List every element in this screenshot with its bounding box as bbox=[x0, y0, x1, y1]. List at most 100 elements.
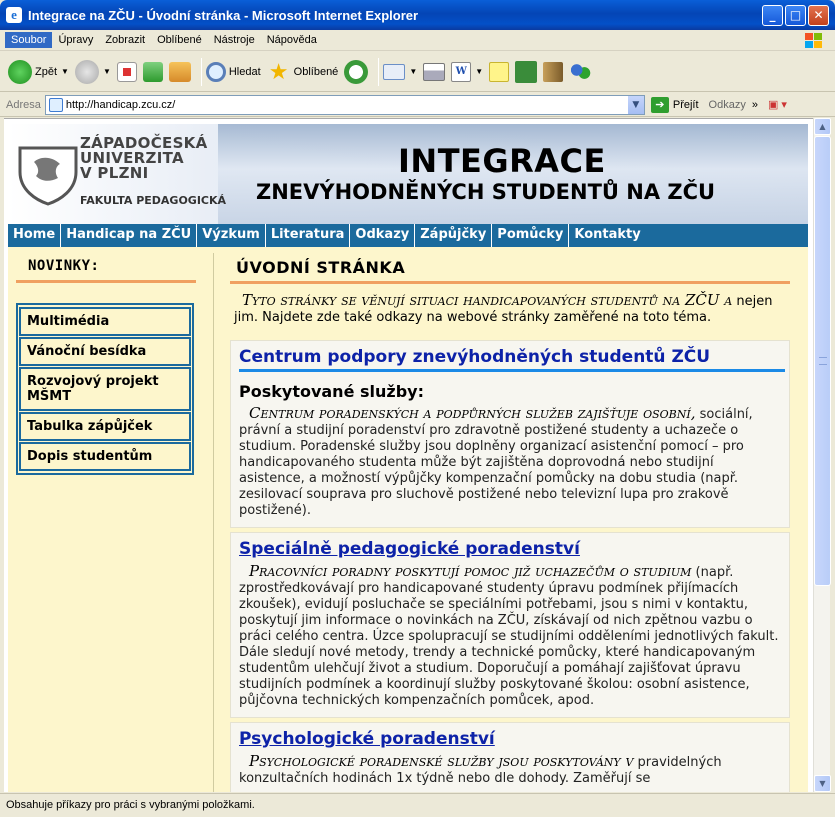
scroll-down-icon[interactable]: ▼ bbox=[814, 775, 831, 792]
news-sidebar: NOVINKY: Multimédia Vánoční besídka Rozv… bbox=[16, 258, 206, 475]
minimize-button[interactable]: _ bbox=[762, 4, 783, 26]
menu-upravy[interactable]: Úpravy bbox=[52, 32, 99, 48]
section-specialne-pedagogicke: Speciálně pedagogické poradenství Pracov… bbox=[230, 532, 790, 718]
browser-viewport: ZÁPADOČESKÁ UNIVERZITA V PLZNI FAKULTA P… bbox=[4, 118, 813, 792]
university-crest-icon bbox=[18, 146, 78, 206]
toolbar-separator bbox=[378, 57, 380, 86]
news-list: Multimédia Vánoční besídka Rozvojový pro… bbox=[16, 303, 194, 475]
back-button[interactable]: Zpět ▼ bbox=[8, 59, 69, 84]
news-item-vanocni-besidka[interactable]: Vánoční besídka bbox=[19, 337, 191, 366]
history-icon bbox=[344, 59, 369, 84]
menu-napoveda[interactable]: Nápověda bbox=[261, 32, 323, 48]
page-title: ÚVODNÍ STRÁNKA bbox=[236, 258, 406, 277]
stop-icon bbox=[116, 61, 137, 82]
note-button[interactable] bbox=[489, 61, 510, 82]
stop-button[interactable] bbox=[116, 61, 137, 82]
word-icon: W bbox=[451, 61, 472, 82]
section-text: Centrum poradenských a podpůrných služeb… bbox=[239, 404, 753, 518]
status-bar: Obsahuje příkazy pro práci s vybranými p… bbox=[0, 793, 835, 817]
section-psychologicke: Psychologické poradenství Psychologické … bbox=[230, 722, 790, 792]
close-button[interactable]: ✕ bbox=[808, 4, 829, 26]
printer-icon bbox=[423, 62, 446, 81]
ie-icon: e bbox=[6, 7, 22, 23]
menu-nastroje[interactable]: Nástroje bbox=[208, 32, 261, 48]
nav-kontakty[interactable]: Kontakty bbox=[569, 224, 645, 247]
home-button[interactable] bbox=[168, 61, 191, 82]
back-arrow-icon bbox=[8, 59, 32, 84]
column-divider bbox=[213, 253, 214, 792]
pro-icon bbox=[515, 60, 538, 83]
menu-zobrazit[interactable]: Zobrazit bbox=[99, 32, 151, 48]
translate-icon[interactable]: ▣ ▾ bbox=[768, 98, 787, 111]
news-item-multimedia[interactable]: Multimédia bbox=[19, 307, 191, 336]
address-label: Adresa bbox=[6, 98, 41, 111]
site-banner: ZÁPADOČESKÁ UNIVERZITA V PLZNI FAKULTA P… bbox=[8, 124, 808, 224]
toolbar: Zpět ▼ ▼ Hledat ★ Oblíbené ▼ W ▼ bbox=[0, 52, 835, 92]
search-icon bbox=[205, 61, 226, 82]
dropdown-arrow-icon[interactable]: ▼ bbox=[475, 67, 483, 76]
maximize-button[interactable]: □ bbox=[785, 4, 806, 26]
title-rule bbox=[230, 281, 790, 284]
edit-button[interactable]: W ▼ bbox=[451, 61, 483, 82]
forward-button[interactable]: ▼ bbox=[74, 59, 111, 84]
research-icon bbox=[543, 61, 564, 82]
window-title: Integrace na ZČU - Úvodní stránka - Micr… bbox=[28, 7, 419, 23]
dropdown-arrow-icon[interactable]: ▼ bbox=[409, 67, 417, 76]
dropdown-arrow-icon[interactable]: ▼ bbox=[61, 67, 69, 76]
nav-home[interactable]: Home bbox=[8, 224, 62, 247]
grip-icon bbox=[819, 357, 827, 365]
forward-arrow-icon bbox=[74, 59, 99, 84]
site-title: INTEGRACE bbox=[398, 142, 606, 180]
windows-logo-icon bbox=[805, 33, 822, 48]
favorites-button[interactable]: ★ Oblíbené bbox=[267, 58, 339, 84]
menu-bar: Soubor Úpravy Zobrazit Oblíbené Nástroje… bbox=[0, 30, 835, 51]
messenger-button[interactable] bbox=[515, 60, 538, 83]
section-text: Psychologické poradenské služby jsou pos… bbox=[239, 752, 722, 786]
university-name: ZÁPADOČESKÁ UNIVERZITA V PLZNI bbox=[80, 134, 208, 182]
main-nav: Home Handicap na ZČU Výzkum Literatura O… bbox=[8, 224, 808, 247]
mail-button[interactable]: ▼ bbox=[383, 63, 417, 80]
section-title-link[interactable]: Speciálně pedagogické poradenství bbox=[239, 539, 781, 559]
nav-vyzkum[interactable]: Výzkum bbox=[197, 224, 266, 247]
refresh-icon bbox=[142, 61, 163, 82]
history-button[interactable] bbox=[344, 59, 369, 84]
page-icon bbox=[48, 97, 63, 112]
print-button[interactable] bbox=[423, 62, 446, 81]
nav-handicap[interactable]: Handicap na ZČU bbox=[61, 224, 198, 247]
section-title-link[interactable]: Psychologické poradenství bbox=[239, 729, 781, 749]
nav-literatura[interactable]: Literatura bbox=[266, 224, 351, 247]
nav-zapujcky[interactable]: Zápůjčky bbox=[415, 224, 493, 247]
address-bar: Adresa ▼ ➔ Přejít Odkazy » ▣ ▾ bbox=[0, 93, 835, 117]
address-input[interactable] bbox=[65, 98, 626, 111]
news-item-tabulka-zapujcek[interactable]: Tabulka zápůjček bbox=[19, 412, 191, 441]
nav-pomucky[interactable]: Pomůcky bbox=[492, 224, 570, 247]
news-item-dopis-studentum[interactable]: Dopis studentům bbox=[19, 442, 191, 471]
search-button[interactable]: Hledat bbox=[205, 61, 261, 82]
dropdown-arrow-icon[interactable]: ▼ bbox=[103, 67, 111, 76]
intro-text: Tyto stránky se věnují situaci handicapo… bbox=[234, 291, 773, 325]
section-centrum: Centrum podpory znevýhodněných studentů … bbox=[230, 340, 790, 528]
vertical-scrollbar[interactable]: ▲ ▼ bbox=[813, 118, 831, 792]
window-titlebar[interactable]: e Integrace na ZČU - Úvodní stránka - Mi… bbox=[0, 0, 835, 30]
web-page: ZÁPADOČESKÁ UNIVERZITA V PLZNI FAKULTA P… bbox=[8, 124, 808, 792]
menu-oblibene[interactable]: Oblíbené bbox=[151, 32, 208, 48]
contacts-button[interactable] bbox=[569, 61, 592, 82]
address-dropdown-icon[interactable]: ▼ bbox=[626, 95, 644, 114]
menu-soubor[interactable]: Soubor bbox=[5, 32, 53, 48]
address-box[interactable]: ▼ bbox=[44, 94, 645, 115]
star-icon: ★ bbox=[268, 58, 289, 84]
refresh-button[interactable] bbox=[142, 61, 163, 82]
mail-icon bbox=[383, 63, 406, 80]
site-subtitle: ZNEVÝHODNĚNÝCH STUDENTŮ NA ZČU bbox=[256, 180, 716, 204]
go-button[interactable]: ➔ Přejít bbox=[650, 96, 699, 113]
section-title: Centrum podpory znevýhodněných studentů … bbox=[239, 347, 711, 367]
news-item-rozvojovy-projekt[interactable]: Rozvojový projekt MŠMT bbox=[19, 367, 191, 411]
note-icon bbox=[489, 61, 510, 82]
nav-odkazy[interactable]: Odkazy bbox=[350, 224, 416, 247]
scroll-thumb[interactable] bbox=[814, 136, 831, 586]
links-toolbar[interactable]: Odkazy bbox=[709, 99, 746, 111]
research-button[interactable] bbox=[543, 61, 564, 82]
chevron-right-icon[interactable]: » bbox=[752, 99, 758, 111]
scroll-up-icon[interactable]: ▲ bbox=[814, 118, 831, 135]
faculty-name: FAKULTA PEDAGOGICKÁ bbox=[80, 194, 227, 207]
